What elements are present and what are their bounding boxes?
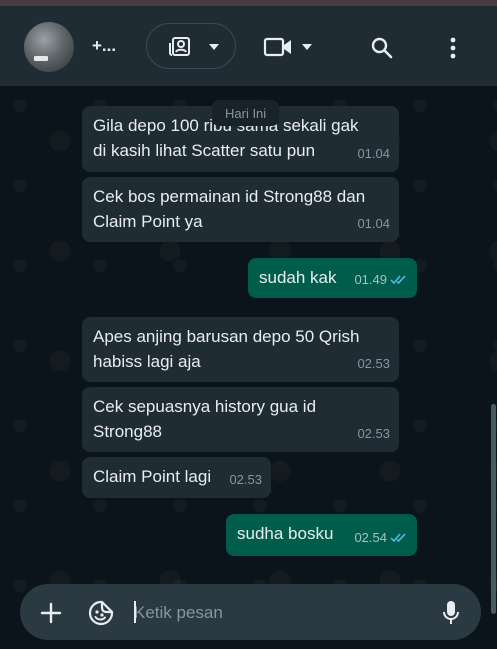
message-time: 02.54 bbox=[354, 530, 387, 545]
message-outgoing[interactable]: sudha bosku 02.54 bbox=[226, 514, 417, 556]
avatar-tag bbox=[34, 56, 48, 61]
message-text-line: Claim Point ya bbox=[93, 212, 203, 231]
text-caret bbox=[134, 601, 136, 623]
message-text-line: Apes anjing barusan depo 50 Qrish bbox=[93, 327, 360, 346]
message-text-line: Cek bos permainan id Strong88 dan bbox=[93, 187, 366, 206]
message-text-line: di kasih lihat Scatter satu pun bbox=[93, 141, 316, 160]
chat-scrollbar-thumb[interactable] bbox=[491, 404, 496, 614]
message-time: 01.04 bbox=[357, 216, 390, 231]
message-incoming[interactable]: Apes anjing barusan depo 50 Qrish habiss… bbox=[82, 317, 399, 382]
read-ticks-icon bbox=[390, 267, 408, 292]
microphone-icon[interactable] bbox=[438, 598, 464, 628]
message-incoming[interactable]: Cek bos permainan id Strong88 dan Claim … bbox=[82, 177, 399, 242]
message-time: 02.53 bbox=[357, 356, 390, 371]
message-outgoing[interactable]: sudah kak 01.49 bbox=[248, 258, 417, 298]
date-chip: Hari Ini bbox=[212, 100, 280, 126]
message-time: 01.49 bbox=[354, 272, 387, 287]
video-camera-icon[interactable] bbox=[262, 34, 294, 60]
plus-icon[interactable] bbox=[38, 600, 64, 626]
chevron-down-icon[interactable] bbox=[206, 40, 222, 54]
read-ticks-icon bbox=[390, 525, 408, 550]
message-time: 02.53 bbox=[229, 472, 262, 487]
message-input[interactable] bbox=[132, 600, 426, 626]
chat-header: +... bbox=[0, 6, 497, 86]
message-incoming[interactable]: Claim Point lagi 02.53 bbox=[82, 457, 271, 498]
message-text-line: habiss lagi aja bbox=[93, 352, 201, 371]
message-time: 02.53 bbox=[357, 426, 390, 441]
message-incoming[interactable]: Cek sepuasnya history gua id Strong88 02… bbox=[82, 387, 399, 452]
contact-book-icon[interactable] bbox=[166, 35, 194, 59]
video-dropdown-chevron-icon[interactable] bbox=[299, 40, 315, 54]
message-time: 01.04 bbox=[357, 146, 390, 161]
message-text-line: Cek sepuasnya history gua id bbox=[93, 397, 317, 416]
search-icon[interactable] bbox=[368, 34, 396, 62]
message-text-line: Strong88 bbox=[93, 422, 162, 441]
more-vertical-icon[interactable] bbox=[440, 34, 466, 62]
avatar[interactable] bbox=[24, 22, 74, 72]
sticker-icon[interactable] bbox=[86, 598, 116, 628]
contact-name[interactable]: +... bbox=[92, 36, 116, 56]
